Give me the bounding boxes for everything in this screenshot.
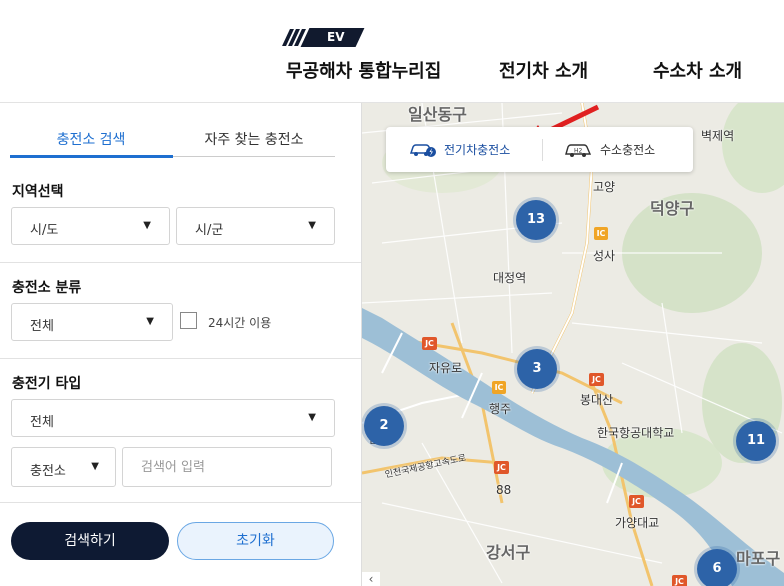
map-label: 자유로: [429, 361, 463, 375]
sigun-select[interactable]: 시/군 ▼: [176, 207, 335, 245]
map-view[interactable]: 일산동구 덕양구 대정역 자유로 행주 봉대산 한국항공대학교 고양 성사 가양…: [362, 103, 784, 586]
charger-type-title: 충전기 타입: [12, 376, 82, 392]
chevron-down-icon: ▼: [308, 412, 316, 423]
divider: [0, 502, 361, 503]
site-header: EV 무공해차 통합누리집 전기차 소개 수소차 소개: [0, 0, 784, 103]
map-label: 고양: [593, 180, 616, 194]
station-type-toggle: 전기차충전소 H2 수소충전소: [386, 127, 693, 172]
map-label: 마포구: [736, 549, 781, 568]
sido-select-value: 시/도: [30, 223, 59, 238]
sigun-select-value: 시/군: [195, 223, 224, 238]
divider: [0, 358, 361, 359]
category-title: 충전소 분류: [12, 280, 82, 296]
junction-marker: JC: [629, 495, 644, 508]
charger-type-select[interactable]: 전체 ▼: [11, 399, 335, 437]
ev-car-icon: [409, 143, 436, 157]
map-label: 가양대교: [615, 516, 660, 530]
charger-type-select-value: 전체: [30, 415, 54, 430]
chevron-down-icon: ▼: [146, 316, 154, 327]
map-label: 강서구: [486, 543, 531, 562]
active-tab-indicator: [10, 155, 173, 158]
chevron-down-icon: ▼: [143, 220, 151, 231]
region-title: 지역선택: [12, 184, 64, 200]
24h-checkbox-label[interactable]: 24시간 이용: [208, 314, 271, 331]
sido-select[interactable]: 시/도 ▼: [11, 207, 170, 245]
station-cluster[interactable]: 3: [517, 349, 557, 389]
tab-station-search[interactable]: 충전소 검색: [10, 129, 172, 149]
junction-marker: JC: [494, 461, 509, 474]
svg-text:H2: H2: [574, 147, 583, 154]
chevron-left-icon[interactable]: ‹: [362, 572, 380, 586]
chevron-down-icon: ▼: [308, 220, 316, 231]
map-label: 덕양구: [650, 199, 695, 218]
map-label: 봉대산: [580, 393, 614, 407]
reset-button[interactable]: 초기화: [177, 522, 334, 560]
junction-marker: JC: [672, 575, 687, 586]
ev-station-button[interactable]: 전기차충전소: [408, 127, 510, 172]
map-label: 대정역: [493, 271, 527, 285]
search-field-select[interactable]: 충전소 ▼: [11, 447, 116, 487]
logo-slashes: [282, 29, 306, 46]
search-button[interactable]: 검색하기: [11, 522, 169, 560]
logo-text: EV: [327, 30, 345, 44]
divider: [0, 262, 361, 263]
map-label: 벽제역: [701, 129, 735, 143]
station-cluster[interactable]: 6: [697, 549, 737, 586]
nav-h2-intro[interactable]: 수소차 소개: [653, 57, 742, 83]
tab-favorite-stations[interactable]: 자주 찾는 충전소: [173, 129, 335, 149]
station-cluster[interactable]: 2: [364, 406, 404, 446]
interchange-marker: IC: [492, 381, 506, 394]
interchange-marker: IC: [594, 227, 608, 240]
station-cluster[interactable]: 13: [516, 200, 556, 240]
map-label: 일산동구: [408, 105, 467, 124]
search-panel: 충전소 검색 자주 찾는 충전소 지역선택 시/도 ▼ 시/군 ▼ 충전소 분류…: [0, 103, 362, 586]
ev-logo[interactable]: EV: [282, 28, 365, 47]
panel-tabs: 충전소 검색 자주 찾는 충전소: [10, 119, 335, 158]
map-label: 한국항공대학교: [597, 426, 675, 440]
h2-car-icon: H2: [565, 143, 592, 157]
chevron-down-icon: ▼: [91, 461, 99, 472]
ev-station-label: 전기차충전소: [444, 143, 511, 157]
category-select-value: 전체: [30, 319, 54, 334]
24h-checkbox[interactable]: [180, 312, 197, 329]
search-field-value: 충전소: [30, 464, 66, 479]
h2-station-button[interactable]: H2 수소충전소: [564, 127, 655, 172]
map-label: 행주: [489, 402, 512, 416]
category-select[interactable]: 전체 ▼: [11, 303, 173, 341]
nav-ev-intro[interactable]: 전기차 소개: [499, 57, 588, 83]
search-input[interactable]: [122, 447, 332, 487]
station-cluster[interactable]: 11: [736, 421, 776, 461]
nav-home[interactable]: 무공해차 통합누리집: [286, 57, 441, 83]
h2-station-label: 수소충전소: [600, 143, 656, 157]
map-label: 88: [496, 483, 512, 497]
junction-marker: JC: [422, 337, 437, 350]
junction-marker: JC: [589, 373, 604, 386]
map-label: 성사: [593, 249, 616, 263]
toggle-divider: [542, 139, 543, 161]
